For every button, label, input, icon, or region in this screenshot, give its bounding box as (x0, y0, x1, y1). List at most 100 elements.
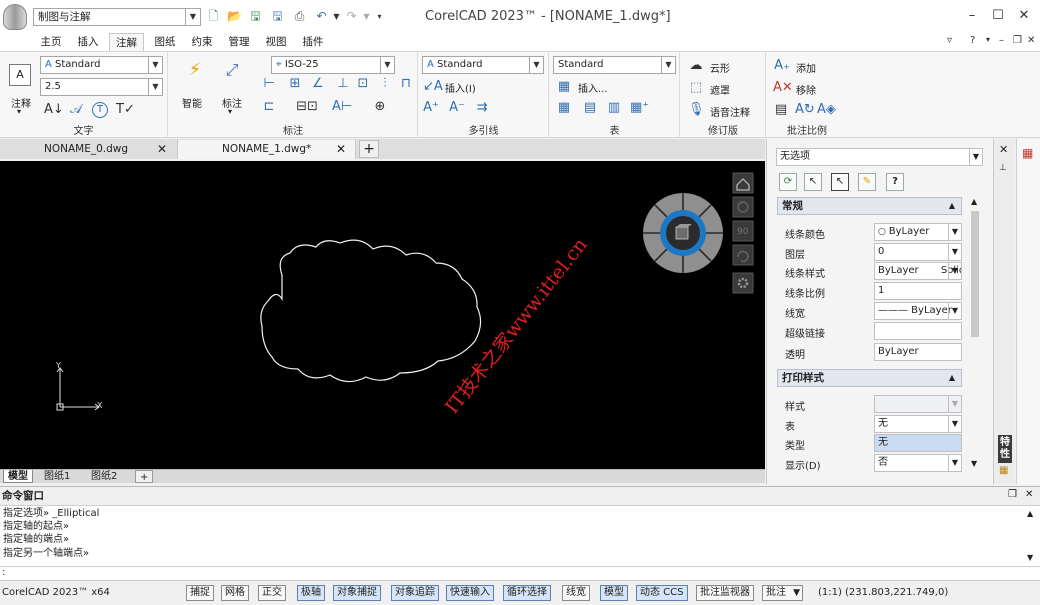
scale-list-icon[interactable]: ▤ (773, 102, 789, 118)
table-export-icon[interactable]: ▤ (582, 100, 598, 116)
tab-sheet-1[interactable]: 图纸1 (40, 470, 74, 483)
undo-dropdown-icon[interactable]: ▼ (329, 9, 344, 24)
mleader-insert-icon[interactable]: ↙A (423, 79, 443, 95)
text-box-icon[interactable]: A (9, 64, 31, 86)
chevron-down-icon[interactable]: ▾ (17, 107, 21, 116)
new-file-icon[interactable]: 🗋 (206, 9, 221, 24)
scale-sync-icon[interactable]: A↻ (795, 102, 815, 118)
status-lineweight-button[interactable]: 线宽 (562, 585, 590, 601)
scroll-down-icon[interactable]: ▼ (971, 459, 977, 468)
wipeout-label[interactable]: 遮罩 (710, 82, 730, 97)
status-model-button[interactable]: 模型 (600, 585, 628, 601)
print-style-section-header[interactable]: 打印样式 ▲ (777, 369, 962, 387)
dim-text-icon[interactable]: A⊢ (332, 99, 352, 115)
redo-icon[interactable]: ↷ (344, 9, 359, 24)
toggle-pickadd-button[interactable]: ↖ (831, 173, 849, 191)
scroll-down-icon[interactable]: ▼ (1027, 553, 1033, 562)
undo-icon[interactable]: ↶ (314, 9, 329, 24)
print-table-select[interactable]: 无 ▼ (874, 415, 962, 433)
doc-close-icon[interactable]: ✕ (1027, 35, 1035, 46)
close-icon[interactable]: ✕ (1014, 6, 1034, 26)
workspace-select[interactable]: 制图与注解 ▼ (33, 8, 201, 26)
angular-dim-icon[interactable]: ∠ (310, 76, 326, 92)
tab-manage[interactable]: 管理 (223, 33, 255, 51)
table-merge-icon[interactable]: ▥ (606, 100, 622, 116)
mleader-style-select[interactable]: A Standard ▼ (422, 56, 544, 74)
library-icon[interactable]: ▦ (1022, 146, 1033, 160)
pin-icon[interactable]: ⊥ (999, 163, 1007, 173)
mleader-remove-icon[interactable]: A⁻ (449, 100, 465, 116)
scale-remove-icon[interactable]: A✕ (773, 80, 793, 96)
wipeout-icon[interactable]: ⬚ (688, 80, 704, 96)
smart-dimension-label[interactable]: 智能 (182, 95, 202, 110)
scale-add-icon[interactable]: A₊ (773, 58, 791, 74)
annotation-scale-select[interactable]: 批注 ▼ (762, 585, 803, 601)
mleader-align-icon[interactable]: ⇉ (474, 100, 490, 116)
table-insert-label[interactable]: 插入... (578, 80, 608, 95)
table-edit-icon[interactable]: ▦ (556, 100, 572, 116)
status-osnap-button[interactable]: 对象捕捉 (333, 585, 381, 601)
text-align-icon[interactable]: A↓ (44, 102, 64, 118)
radius-dim-icon[interactable]: ⊏ (261, 99, 277, 115)
palette-icon[interactable]: ▦ (999, 465, 1008, 476)
print-icon[interactable]: ⎙ (292, 9, 307, 24)
tab-insert[interactable]: 插入 (72, 33, 104, 51)
dim-break-icon[interactable]: ⊓ (398, 76, 414, 92)
nav-settings-button[interactable] (732, 272, 754, 294)
revision-cloud-icon[interactable]: ☁ (688, 58, 704, 74)
status-snap-button[interactable]: 捕捉 (186, 585, 214, 601)
minimize-icon[interactable]: – (962, 6, 982, 26)
selection-select[interactable]: 无选项 ▼ (776, 148, 983, 166)
dim-style-select[interactable]: ⌖ ISO-25 ▼ (271, 56, 395, 74)
customize-qa-icon[interactable]: ▾ (372, 9, 387, 24)
status-grid-button[interactable]: 网格 (221, 585, 249, 601)
status-ortho-button[interactable]: 正交 (258, 585, 286, 601)
scale-visibility-icon[interactable]: A◈ (817, 102, 836, 118)
scale-remove-label[interactable]: 移除 (796, 82, 816, 97)
tab-view[interactable]: 视图 (260, 33, 292, 51)
status-cycle-select-button[interactable]: 循环选择 (503, 585, 551, 601)
status-annotation-monitor-button[interactable]: 批注监视器 (696, 585, 754, 601)
status-dynamic-ccs-button[interactable]: 动态 CCS (636, 585, 688, 601)
aligned-dim-icon[interactable]: ⊞ (287, 76, 303, 92)
hyperlink-input[interactable] (874, 322, 962, 340)
tab-sheet-2[interactable]: 图纸2 (87, 470, 121, 483)
doc-restore-icon[interactable]: ❐ (1013, 35, 1022, 46)
center-mark-icon[interactable]: ⊕ (372, 99, 388, 115)
drawing-canvas[interactable]: 90 X Y IT技术之家www.ittel.cn (0, 161, 765, 469)
line-scale-input[interactable]: 1 (874, 282, 962, 300)
linear-dim-icon[interactable]: ⊢ (261, 76, 277, 92)
tab-plugins[interactable]: 插件 (297, 33, 329, 51)
scroll-up-icon[interactable]: ▲ (971, 197, 977, 206)
table-insert-icon[interactable]: ▦ (556, 79, 572, 95)
scale-add-label[interactable]: 添加 (796, 60, 816, 75)
help-button[interactable]: ? (886, 173, 904, 191)
command-input[interactable]: : (0, 566, 1040, 580)
text-height-select[interactable]: 2.5 ▼ (40, 78, 163, 96)
voice-note-label[interactable]: 语音注释 (710, 104, 750, 119)
revision-cloud-shape[interactable] (260, 239, 482, 383)
tab-drawing[interactable]: 图纸 (149, 33, 181, 51)
add-sheet-button[interactable]: + (135, 470, 154, 483)
smart-dimension-icon[interactable]: ⚡ (184, 62, 206, 79)
tab-annotate[interactable]: 注解 (109, 33, 144, 51)
mleader-insert-label[interactable]: 插入(I) (445, 80, 476, 95)
line-weight-select[interactable]: ——— ByLayer ▼ (874, 302, 962, 320)
help-icon[interactable]: ? (970, 35, 975, 46)
orbit-button[interactable] (732, 196, 754, 218)
restore-icon[interactable]: ❐ (1008, 489, 1017, 500)
baseline-dim-icon[interactable]: ⊡ (355, 76, 371, 92)
line-style-select[interactable]: ByLayer Solid ▼ (874, 262, 962, 280)
close-icon[interactable]: ✕ (157, 140, 167, 159)
text-style-select[interactable]: A Standard ▼ (40, 56, 163, 74)
status-polar-button[interactable]: 极轴 (297, 585, 325, 601)
ordinate-dim-icon[interactable]: ⊥ (335, 76, 351, 92)
continue-dim-icon[interactable]: ⫶ (377, 76, 393, 92)
status-otrack-button[interactable]: 对象追踪 (391, 585, 439, 601)
tab-constraints[interactable]: 约束 (186, 33, 218, 51)
text-edit-icon[interactable]: 𝒜 (68, 102, 84, 118)
properties-scrollbar[interactable]: ▲ ▼ (968, 197, 982, 477)
scroll-thumb[interactable] (971, 211, 979, 337)
filter-button[interactable]: ✎ (858, 173, 876, 191)
close-icon[interactable]: ✕ (999, 143, 1008, 156)
